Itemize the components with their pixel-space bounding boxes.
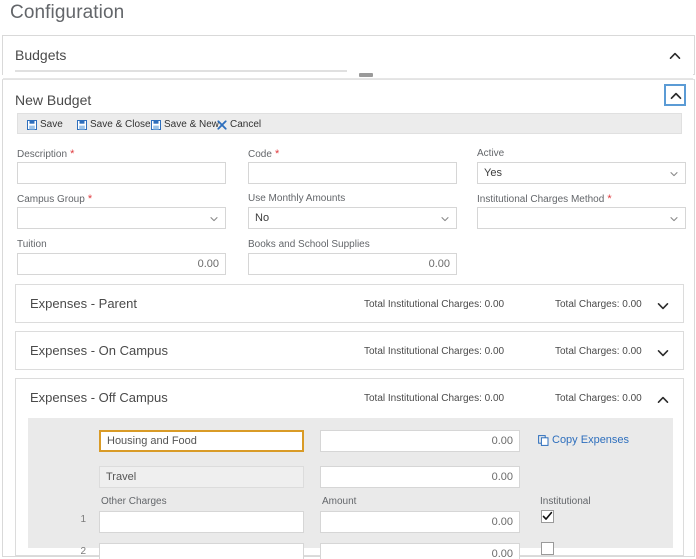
expenses-parent-title: Expenses - Parent <box>30 296 137 311</box>
required-marker: * <box>604 193 612 205</box>
use-monthly-amounts-label: Use Monthly Amounts <box>248 193 346 204</box>
expenses-off-campus-title: Expenses - Off Campus <box>30 390 168 405</box>
code-input[interactable] <box>248 162 457 184</box>
form-toolbar: Save Save & Close Save & New Cancel <box>17 113 682 134</box>
chevron-up-icon[interactable] <box>667 48 683 64</box>
chevron-up-icon[interactable] <box>655 392 671 408</box>
off-campus-expense-grid: Housing and Food 0.00 Copy Expenses Trav… <box>28 418 673 559</box>
chevron-up-icon <box>668 88 684 104</box>
new-budget-panel: New Budget Save Save & Close Save & New <box>2 79 695 559</box>
institutional-checkbox[interactable] <box>541 542 554 555</box>
row-number: 2 <box>80 546 86 557</box>
institutional-column-header: Institutional <box>540 496 591 507</box>
save-button[interactable]: Save <box>24 116 66 133</box>
institutional-checkbox[interactable] <box>541 510 554 523</box>
new-budget-panel-title: New Budget <box>15 92 92 108</box>
campus-group-select[interactable] <box>17 207 226 229</box>
cancel-button-label: Cancel <box>230 119 262 130</box>
chevron-down-icon <box>669 169 679 179</box>
save-button-label: Save <box>40 119 63 130</box>
expenses-parent-total-institutional-charges: Total Institutional Charges: 0.00 <box>364 299 505 310</box>
save-and-new-button[interactable]: Save & New <box>148 116 222 133</box>
description-input[interactable] <box>17 162 226 184</box>
required-marker: * <box>271 148 280 160</box>
expenses-off-campus-panel: Expenses - Off Campus Total Institutiona… <box>15 378 684 559</box>
close-icon <box>217 119 227 130</box>
other-charges-amount-input[interactable]: 0.00 <box>320 511 520 533</box>
expenses-off-campus-total-charges: Total Charges: 0.00 <box>555 393 642 404</box>
save-icon <box>27 119 37 130</box>
chevron-down-icon <box>440 214 450 224</box>
travel-amount-input[interactable]: 0.00 <box>320 466 520 488</box>
other-charges-amount-input[interactable]: 0.00 <box>320 543 520 559</box>
expenses-parent-total-charges: Total Charges: 0.00 <box>555 299 642 310</box>
active-label: Active <box>477 148 505 159</box>
tuition-input[interactable]: 0.00 <box>17 253 226 275</box>
description-label: Description * <box>17 148 75 160</box>
expenses-parent-panel[interactable]: Expenses - Parent Total Institutional Ch… <box>15 284 684 323</box>
housing-and-food-input[interactable]: Housing and Food <box>99 430 304 452</box>
save-icon <box>77 119 87 130</box>
institutional-charges-method-label: Institutional Charges Method * <box>477 193 612 205</box>
active-select[interactable]: Yes <box>477 162 686 184</box>
books-and-school-supplies-label: Books and School Supplies <box>248 239 370 250</box>
copy-icon <box>538 435 549 446</box>
other-charges-input[interactable] <box>99 543 304 559</box>
page-title: Configuration <box>10 2 125 23</box>
save-and-close-button[interactable]: Save & Close <box>74 116 154 133</box>
cancel-button[interactable]: Cancel <box>214 116 264 133</box>
institutional-charges-method-select[interactable] <box>477 207 686 229</box>
chevron-down-icon[interactable] <box>655 298 671 314</box>
chevron-down-icon[interactable] <box>655 345 671 361</box>
save-and-close-button-label: Save & Close <box>90 119 151 130</box>
chevron-down-icon <box>209 214 219 224</box>
expenses-on-campus-title: Expenses - On Campus <box>30 343 169 358</box>
other-charges-column-header: Other Charges <box>101 496 167 507</box>
expenses-off-campus-total-institutional-charges: Total Institutional Charges: 0.00 <box>364 393 505 404</box>
expenses-on-campus-panel[interactable]: Expenses - On Campus Total Institutional… <box>15 331 684 370</box>
required-marker: * <box>84 193 93 205</box>
budgets-panel-title: Budgets <box>15 47 67 63</box>
scrollbar-thumb[interactable] <box>359 73 373 77</box>
scrollbar-track <box>15 70 347 72</box>
required-marker: * <box>67 148 75 160</box>
new-budget-collapse-button[interactable] <box>664 84 686 106</box>
books-and-school-supplies-input[interactable]: 0.00 <box>248 253 457 275</box>
save-and-new-button-label: Save & New <box>164 119 220 130</box>
chevron-down-icon <box>669 214 679 224</box>
use-monthly-amounts-select-value: No <box>255 212 270 224</box>
use-monthly-amounts-select[interactable]: No <box>248 207 457 229</box>
horizontal-scrollbar[interactable] <box>3 69 693 79</box>
copy-expenses-link[interactable]: Copy Expenses <box>538 434 629 446</box>
expenses-on-campus-total-institutional-charges: Total Institutional Charges: 0.00 <box>364 346 505 357</box>
save-icon <box>151 119 161 130</box>
travel-input: Travel <box>99 466 304 488</box>
housing-and-food-amount-input[interactable]: 0.00 <box>320 430 520 452</box>
tuition-label: Tuition <box>17 239 47 250</box>
amount-column-header: Amount <box>322 496 357 507</box>
campus-group-label: Campus Group * <box>17 193 93 205</box>
active-select-value: Yes <box>484 167 502 179</box>
expenses-on-campus-total-charges: Total Charges: 0.00 <box>555 346 642 357</box>
code-label: Code * <box>248 148 280 160</box>
copy-expenses-link-label: Copy Expenses <box>552 434 630 446</box>
other-charges-input[interactable] <box>99 511 304 533</box>
row-number: 1 <box>80 514 86 525</box>
